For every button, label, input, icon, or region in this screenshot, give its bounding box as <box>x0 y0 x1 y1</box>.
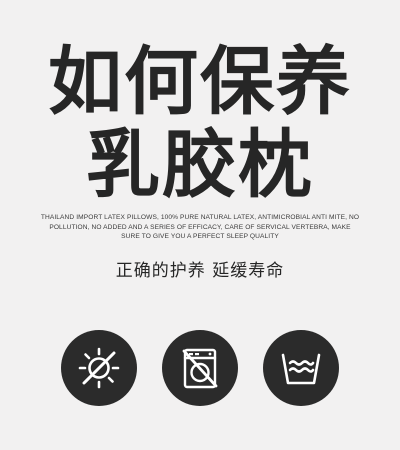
care-icons-row <box>0 330 400 406</box>
no-sun-exposure-icon <box>61 330 137 406</box>
description-text: THAILAND IMPORT LATEX PILLOWS, 100% PURE… <box>40 214 360 240</box>
hand-wash-basin-icon <box>263 330 339 406</box>
subtitle: 正确的护养 延缓寿命 <box>115 261 285 281</box>
no-machine-wash-icon <box>162 330 238 406</box>
title-line-2: 乳胶枕 <box>86 122 314 208</box>
title-line-1: 如何保养 <box>48 39 352 125</box>
